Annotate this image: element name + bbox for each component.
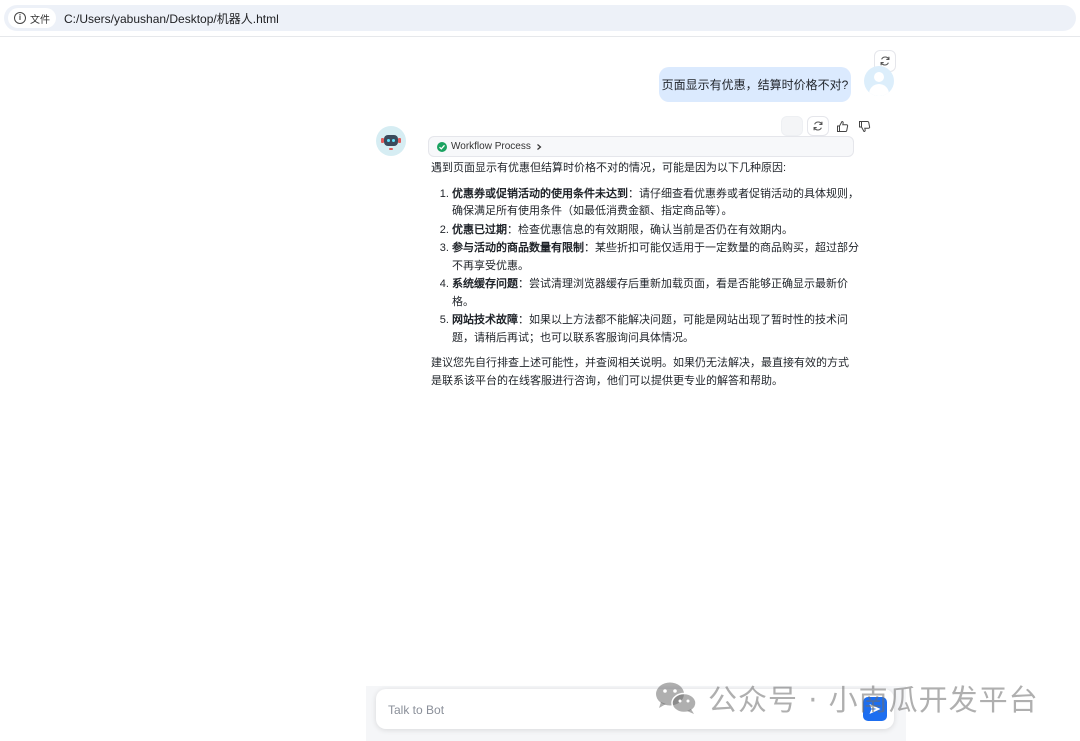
site-info-chip[interactable]: i 文件 [8, 8, 56, 28]
thumbs-up-button[interactable] [833, 116, 851, 136]
list-item: 网站技术故障：如果以上方法都不能解决问题，可能是网站出现了暂时性的技术问题，请稍… [452, 312, 859, 347]
check-circle-icon [437, 141, 447, 152]
thumbs-down-button[interactable] [855, 116, 873, 136]
user-avatar [864, 66, 894, 96]
thumbs-up-icon [836, 120, 848, 132]
bot-avatar [376, 126, 406, 156]
browser-address-bar: i 文件 C:/Users/yabushan/Desktop/机器人.html [0, 0, 1080, 37]
url-field[interactable]: i 文件 C:/Users/yabushan/Desktop/机器人.html [4, 5, 1076, 31]
bot-message-actions [781, 116, 873, 136]
list-item: 优惠已过期：检查优惠信息的有效期限，确认当前是否仍在有效期内。 [452, 222, 859, 240]
thumbs-down-icon [858, 120, 870, 132]
user-message-text: 页面显示有优惠，结算时价格不对? [661, 78, 849, 92]
wechat-icon [656, 682, 697, 714]
url-text[interactable]: C:/Users/yabushan/Desktop/机器人.html [64, 10, 279, 27]
bot-outro: 建议您先自行排查上述可能性，并查阅相关说明。如果仍无法解决，最直接有效的方式是联… [431, 357, 849, 387]
list-item: 参与活动的商品数量有限制：某些折扣可能仅适用于一定数量的商品购买，超过部分不再享… [452, 240, 859, 275]
refresh-icon [813, 121, 823, 131]
workflow-label: Workflow Process [451, 141, 531, 152]
list-item: 系统缓存问题：尝试清理浏览器缓存后重新加载页面，看是否能够正确显示最新价格。 [452, 276, 859, 311]
watermark-text: 公众号 · 小南瓜开发平台 [708, 683, 1039, 717]
watermark: 公众号 · 小南瓜开发平台 [654, 676, 1039, 720]
info-icon: i [14, 12, 26, 24]
user-message-bubble: 页面显示有优惠，结算时价格不对? [659, 67, 851, 102]
bot-intro: 遇到页面显示有优惠但结算时价格不对的情况，可能是因为以下几种原因: [431, 162, 787, 174]
reason-list: 优惠券或促销活动的使用条件未达到：请仔细查看优惠券或者促销活动的具体规则，确保满… [431, 186, 859, 348]
copy-button[interactable] [781, 116, 803, 136]
site-info-label: 文件 [30, 14, 50, 26]
regenerate-button[interactable] [807, 116, 829, 136]
list-item: 优惠券或促销活动的使用条件未达到：请仔细查看优惠券或者促销活动的具体规则，确保满… [452, 186, 859, 221]
chevron-right-icon [536, 143, 542, 150]
bot-message-content: 遇到页面显示有优惠但结算时价格不对的情况，可能是因为以下几种原因: 优惠券或促销… [431, 160, 859, 390]
workflow-process-toggle[interactable]: Workflow Process [428, 136, 854, 157]
